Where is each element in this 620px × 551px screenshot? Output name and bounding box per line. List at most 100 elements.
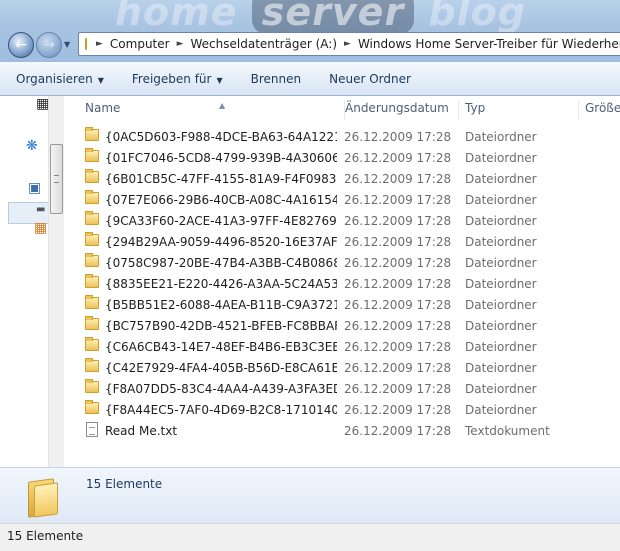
file-name[interactable]: {0758C987-20BE-47B4-A3BB-C4B0868EDE... bbox=[105, 256, 337, 270]
file-type: Dateiordner bbox=[465, 360, 537, 375]
file-row[interactable]: {C42E7929-4FA4-405B-B56D-E8CA61E812... 26… bbox=[65, 357, 620, 378]
file-name[interactable]: {294B29AA-9059-4496-8520-16E37AFC23... bbox=[105, 235, 337, 249]
breadcrumb-separator-icon[interactable]: ► bbox=[174, 39, 187, 49]
file-row[interactable]: Read Me.txt 26.12.2009 17:28 Textdokument bbox=[65, 420, 620, 441]
folder-icon bbox=[85, 211, 99, 225]
column-headers: Name ▲ Änderungsdatum Typ Größe bbox=[65, 96, 620, 120]
file-name[interactable]: {F8A07DD5-83C4-4AA4-A439-A3FA3ED7... bbox=[105, 382, 337, 396]
file-row[interactable]: {C6A6CB43-14E7-48EF-B4B6-EB3C3EE404... 26… bbox=[65, 336, 620, 357]
window-title-area: home server blog ← → ▼ ► Computer ► Wech… bbox=[0, 0, 620, 62]
folder-icon bbox=[85, 232, 99, 246]
breadcrumb-computer[interactable]: Computer bbox=[106, 37, 174, 51]
folder-icon bbox=[85, 337, 99, 351]
folder-icon bbox=[85, 169, 99, 183]
file-name[interactable]: {6B01CB5C-47FF-4155-81A9-F4F0983F85... bbox=[105, 172, 337, 186]
network-icon[interactable]: ▦ bbox=[34, 220, 47, 236]
file-name[interactable]: {B5BB51E2-6088-4AEA-B11B-C9A37219F8... bbox=[105, 298, 337, 312]
file-date: 26.12.2009 17:28 bbox=[344, 318, 452, 333]
file-name[interactable]: {C6A6CB43-14E7-48EF-B4B6-EB3C3EE404... bbox=[105, 340, 337, 354]
file-row[interactable]: {01FC7046-5CD8-4799-939B-4A306066F4... 26… bbox=[65, 147, 620, 168]
file-type: Dateiordner bbox=[465, 339, 537, 354]
new-folder-button[interactable]: Neuer Ordner bbox=[329, 72, 411, 86]
file-type: Dateiordner bbox=[465, 402, 537, 417]
file-name[interactable]: {BC757B90-42DB-4521-BFEB-FC8BBAF5D... bbox=[105, 319, 337, 333]
file-type: Dateiordner bbox=[465, 171, 537, 186]
file-row[interactable]: {B5BB51E2-6088-4AEA-B11B-C9A37219F8... 26… bbox=[65, 294, 620, 315]
file-type: Dateiordner bbox=[465, 381, 537, 396]
file-type: Dateiordner bbox=[465, 255, 537, 270]
drive-icon: ▬ bbox=[36, 204, 46, 215]
folder-icon bbox=[85, 190, 99, 204]
file-row[interactable]: {07E7E066-29B6-40CB-A08C-4A1615490F... 26… bbox=[65, 189, 620, 210]
file-date: 26.12.2009 17:28 bbox=[344, 297, 452, 312]
forward-button[interactable]: → bbox=[36, 32, 62, 58]
file-row[interactable]: {F8A44EC5-7AF0-4D69-B2C8-1710140542... 26… bbox=[65, 399, 620, 420]
breadcrumb-separator-icon[interactable]: ► bbox=[93, 39, 106, 49]
file-date: 26.12.2009 17:28 bbox=[344, 381, 452, 396]
file-name[interactable]: {C42E7929-4FA4-405B-B56D-E8CA61E812... bbox=[105, 361, 337, 375]
file-name[interactable]: {F8A44EC5-7AF0-4D69-B2C8-1710140542... bbox=[105, 403, 337, 417]
file-name[interactable]: {01FC7046-5CD8-4799-939B-4A306066F4... bbox=[105, 151, 337, 165]
file-type: Dateiordner bbox=[465, 234, 537, 249]
folder-icon bbox=[85, 316, 99, 330]
folder-icon bbox=[85, 274, 99, 288]
status-bar: 15 Elemente bbox=[0, 523, 620, 551]
file-date: 26.12.2009 17:28 bbox=[344, 171, 452, 186]
share-button[interactable]: Freigeben für ▼ bbox=[132, 72, 223, 86]
file-type: Dateiordner bbox=[465, 129, 537, 144]
breadcrumb-current-folder[interactable]: Windows Home Server-Treiber für Wiederhe… bbox=[354, 37, 620, 51]
chevron-down-icon: ▼ bbox=[216, 75, 223, 85]
folder-icon bbox=[85, 253, 99, 267]
file-date: 26.12.2009 17:28 bbox=[344, 339, 452, 354]
details-item-count: 15 Elemente bbox=[86, 477, 163, 491]
file-row[interactable]: {6B01CB5C-47FF-4155-81A9-F4F0983F85... 26… bbox=[65, 168, 620, 189]
column-header-date[interactable]: Änderungsdatum bbox=[339, 100, 459, 120]
column-header-type[interactable]: Typ bbox=[459, 100, 579, 120]
details-pane: 15 Elemente bbox=[0, 467, 620, 523]
file-type: Dateiordner bbox=[465, 297, 537, 312]
file-type: Dateiordner bbox=[465, 318, 537, 333]
file-name[interactable]: {07E7E066-29B6-40CB-A08C-4A1615490F... bbox=[105, 193, 337, 207]
back-button[interactable]: ← bbox=[8, 32, 34, 58]
folder-icon bbox=[85, 358, 99, 372]
homegroup-icon[interactable]: ❋ bbox=[26, 138, 38, 154]
file-name[interactable]: {8835EE21-E220-4426-A3AA-5C24A53B78... bbox=[105, 277, 337, 291]
folder-icon bbox=[85, 127, 99, 141]
file-date: 26.12.2009 17:28 bbox=[344, 234, 452, 249]
file-row[interactable]: {F8A07DD5-83C4-4AA4-A439-A3FA3ED7... 26.1… bbox=[65, 378, 620, 399]
burn-button[interactable]: Brennen bbox=[251, 72, 301, 86]
folder-icon bbox=[85, 38, 87, 50]
file-name[interactable]: {9CA33F60-2ACE-41A3-97FF-4E82769575... bbox=[105, 214, 337, 228]
recent-pages-dropdown[interactable]: ▼ bbox=[64, 40, 74, 50]
breadcrumb-removable-drive[interactable]: Wechseldatenträger (A:) bbox=[187, 37, 342, 51]
file-row[interactable]: {8835EE21-E220-4426-A3AA-5C24A53B78... 26… bbox=[65, 273, 620, 294]
folder-icon bbox=[85, 148, 99, 162]
file-date: 26.12.2009 17:28 bbox=[344, 360, 452, 375]
file-date: 26.12.2009 17:28 bbox=[344, 150, 452, 165]
scrollbar-thumb[interactable] bbox=[50, 144, 63, 214]
folder-icon bbox=[85, 295, 99, 309]
column-header-size[interactable]: Größe bbox=[579, 100, 620, 120]
command-bar: Organisieren ▼ Freigeben für ▼ Brennen Neu… bbox=[0, 62, 620, 96]
file-row[interactable]: {294B29AA-9059-4496-8520-16E37AFC23... 26… bbox=[65, 231, 620, 252]
file-row[interactable]: {9CA33F60-2ACE-41A3-97FF-4E82769575... 26… bbox=[65, 210, 620, 231]
navigation-pane: ▦ ❋ ▣ ▬ ▦ bbox=[0, 96, 64, 467]
file-date: 26.12.2009 17:28 bbox=[344, 276, 452, 291]
file-name[interactable]: Read Me.txt bbox=[105, 424, 337, 438]
file-type: Dateiordner bbox=[465, 150, 537, 165]
computer-icon[interactable]: ▣ bbox=[28, 180, 41, 196]
file-row[interactable]: {BC757B90-42DB-4521-BFEB-FC8BBAF5D... 26.… bbox=[65, 315, 620, 336]
file-type: Dateiordner bbox=[465, 276, 537, 291]
file-name[interactable]: {0AC5D603-F988-4DCE-BA63-64A122141... bbox=[105, 130, 337, 144]
file-list: {0AC5D603-F988-4DCE-BA63-64A122141... 26.… bbox=[65, 126, 620, 441]
file-date: 26.12.2009 17:28 bbox=[344, 423, 452, 438]
nav-scrollbar[interactable] bbox=[48, 96, 64, 467]
address-bar[interactable]: ► Computer ► Wechseldatenträger (A:) ► W… bbox=[78, 32, 620, 56]
breadcrumb-separator-icon[interactable]: ► bbox=[341, 39, 354, 49]
file-date: 26.12.2009 17:28 bbox=[344, 402, 452, 417]
status-item-count: 15 Elemente bbox=[7, 529, 84, 543]
organize-button[interactable]: Organisieren ▼ bbox=[16, 72, 104, 86]
column-header-name[interactable]: Name ▲ bbox=[79, 100, 345, 120]
file-row[interactable]: {0758C987-20BE-47B4-A3BB-C4B0868EDE... 26… bbox=[65, 252, 620, 273]
file-row[interactable]: {0AC5D603-F988-4DCE-BA63-64A122141... 26.… bbox=[65, 126, 620, 147]
